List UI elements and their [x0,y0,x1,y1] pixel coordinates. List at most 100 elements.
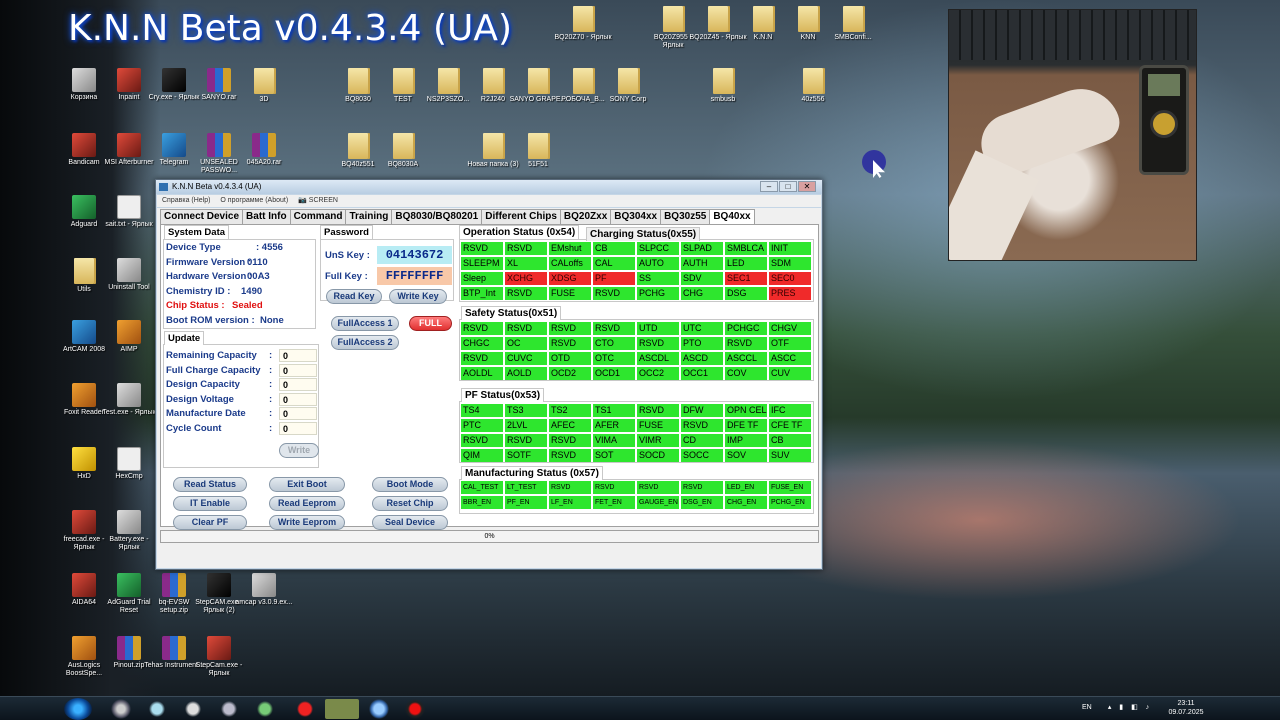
bandicam-taskbar-icon[interactable] [398,699,432,719]
safety-status-bit: OTF [769,337,811,350]
app-icon [207,573,231,597]
menu-help[interactable]: Справка (Help) [162,197,210,204]
system-data-value: : 4556 [256,242,283,253]
tab-batt-info[interactable]: Batt Info [242,209,291,224]
tab-bq30z55[interactable]: BQ30z55 [660,209,711,224]
tray-icons[interactable]: ▴ ▮ ◧ ♪ [1100,703,1160,711]
desktop-icon[interactable]: sait.txt - Ярлык [99,195,159,229]
update-value-field[interactable]: 0 [279,407,317,420]
desktop-icon[interactable]: smbusb [693,68,753,104]
desktop-icon-label: BQ20Z70 - Ярлык [554,34,612,41]
desktop-icon[interactable]: AIMP [99,320,159,354]
tab-strip: Connect Device Batt Info Command Training BQ… [160,209,755,225]
write-eeprom-button[interactable]: Write Eeprom [269,515,345,530]
read-eeprom-button[interactable]: Read Eeprom [269,496,345,511]
tab-bq40xx[interactable]: BQ40xx [709,209,755,225]
desktop-icon[interactable]: Test.exe - Ярлык [99,383,159,417]
full-access-1-button[interactable]: FullAccess 1 [331,316,399,331]
tool-icon[interactable] [176,699,210,719]
close-button[interactable]: ✕ [798,181,816,192]
menu-about[interactable]: О программе (About) [220,197,288,204]
tab-different-chips[interactable]: Different Chips [481,209,561,224]
full-key-field[interactable]: FFFFFFFF [377,267,452,285]
update-value-field[interactable]: 0 [279,378,317,391]
safety-status-bit: OCD1 [593,367,635,380]
avr-icon[interactable] [325,699,359,719]
uns-key-field[interactable]: 04143672 [377,246,452,264]
safety-status-bit: RSVD [593,322,635,335]
app-icon [72,383,96,407]
app-icon [72,636,96,660]
3d-app-icon[interactable] [140,699,174,719]
tab-bq8030-bq80201[interactable]: BQ8030/BQ80201 [391,209,483,224]
update-label: Remaining Capacity [166,350,257,361]
app-icon [72,195,96,219]
desktop-icon[interactable]: 3D [234,68,294,104]
clear-pf-button[interactable]: Clear PF [173,515,247,530]
desktop-icon[interactable]: StepCam.exe - Ярлык [189,636,249,678]
update-value-field[interactable]: 0 [279,392,317,406]
safety-status-bit: RSVD [725,337,767,350]
desktop-icon[interactable]: Uninstall Tool [99,258,159,292]
write-button[interactable]: Write [279,443,319,458]
tab-training[interactable]: Training [345,209,393,224]
desktop-icon[interactable]: 51F51 [508,133,568,169]
operation-status-bit: SLEEPM [461,257,503,270]
update-value-field[interactable]: 0 [279,421,317,435]
desktop-icon[interactable]: BQ20Z70 - Ярлык [553,6,613,42]
window-titlebar[interactable]: K.N.N Beta v0.4.3.4 (UA) – □ ✕ [156,180,822,194]
operation-status-bit: FUSE [549,287,591,300]
update-value-field[interactable]: 0 [279,349,317,362]
write-key-button[interactable]: Write Key [389,289,447,304]
pf-status-bit: QIM [461,449,503,462]
menu-screen[interactable]: 📷 SCREEN [298,197,346,204]
language-indicator[interactable]: EN [1082,704,1092,711]
desktop-icon[interactable]: 045A20.rar [234,133,294,167]
tab-command[interactable]: Command [289,209,347,224]
system-data-label: Chemistry ID : [166,285,231,297]
full-key-label: Full Key : [325,271,368,282]
desktop-icon[interactable]: SMBConfi... [823,6,883,42]
folder-icon [438,68,458,94]
ie-icon[interactable] [104,699,138,719]
read-status-button[interactable]: Read Status [173,477,247,492]
desktop-icon[interactable]: SONY Corp [598,68,658,104]
full-access-2-button[interactable]: FullAccess 2 [331,335,399,350]
clock-date[interactable]: 09.07.2025 [1166,709,1206,716]
app-icon [117,447,141,471]
tab-bq20zxx[interactable]: BQ20Zxx [559,209,612,224]
start-button[interactable] [64,698,92,720]
opera-icon[interactable] [288,699,322,719]
update-value-field[interactable]: 0 [279,363,317,377]
editor-icon[interactable] [248,699,282,719]
it-enable-button[interactable]: IT Enable [173,496,247,511]
folder-icon [393,68,413,94]
desktop-icon[interactable]: 40z556 [783,68,843,104]
desktop-icon[interactable]: amcap v3.0.9.ex... [234,573,294,607]
operation-status-bit: SEC1 [725,272,767,285]
boot-mode-button[interactable]: Boot Mode [372,477,448,492]
reset-chip-button[interactable]: Reset Chip [372,496,448,511]
manufacturing-status-bit: DSG_EN [681,496,723,509]
document-icon[interactable] [212,699,246,719]
exit-boot-button[interactable]: Exit Boot [269,477,345,492]
operation-status-bit: XDSG [549,272,591,285]
desktop-icon[interactable]: BQ8030A [373,133,433,169]
operation-status-bit: CALoffs [549,257,591,270]
maximize-button[interactable]: □ [779,181,797,192]
seal-device-button[interactable]: Seal Device [372,515,448,530]
desktop-icon[interactable]: HexCmp [99,447,159,481]
clock-time[interactable]: 23:11 [1166,700,1206,707]
safety-status-bit: CUV [769,367,811,380]
read-key-button[interactable]: Read Key [326,289,382,304]
manufacturing-status-bit: RSVD [681,481,723,494]
charging-status-tab[interactable]: Charging Status(0x55) [586,227,701,241]
desktop-icon[interactable]: Battery.exe - Ярлык [99,510,159,552]
tab-bq304xx[interactable]: BQ304xx [610,209,662,224]
pf-status-bit: RSVD [505,434,547,447]
operation-status-title: Operation Status (0x54) [459,225,580,239]
folder-icon [348,133,368,159]
tab-connect-device[interactable]: Connect Device [160,209,244,224]
minimize-button[interactable]: – [760,181,778,192]
lock-app-icon[interactable] [362,699,396,719]
